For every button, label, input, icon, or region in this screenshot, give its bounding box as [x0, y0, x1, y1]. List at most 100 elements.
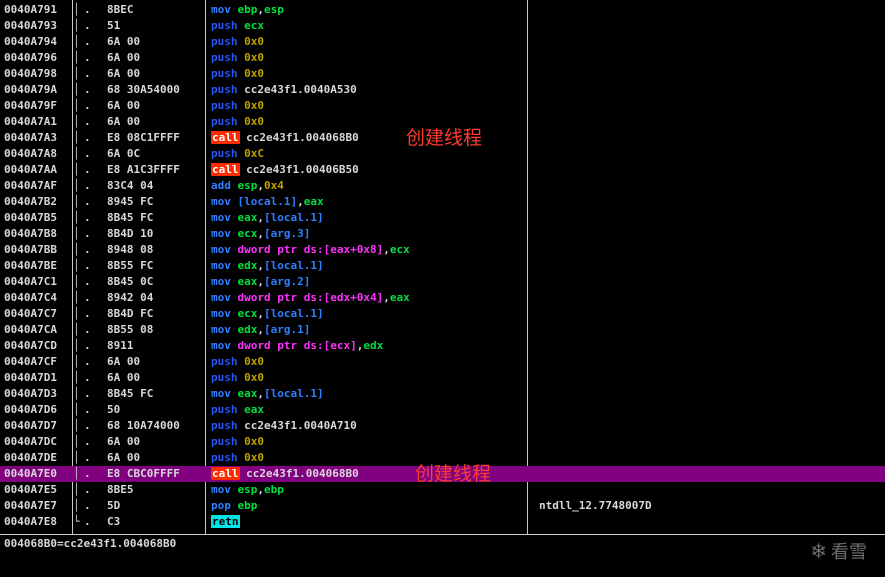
instruction-cell: mov edx,[arg.1]: [211, 322, 310, 338]
operand: 0x0: [244, 115, 264, 128]
operand: ecx: [244, 19, 264, 32]
mnemonic: push: [211, 67, 238, 80]
hexdump-cell: 8BEC: [107, 3, 134, 16]
procedure-bracket: │: [73, 275, 80, 288]
instruction-cell: mov ecx,[arg.3]: [211, 226, 310, 242]
disasm-row[interactable]: 0040A7C4 │. 8942 04 mov dword ptr ds:[edx+0…: [0, 290, 885, 306]
hexdump-cell: E8 CBC0FFFF: [107, 467, 180, 480]
row-marker: .: [84, 371, 91, 384]
instruction-cell: mov ecx,[local.1]: [211, 306, 324, 322]
procedure-bracket: │: [73, 259, 80, 272]
disasm-row[interactable]: 0040A79F │. 6A 00 push 0x0: [0, 98, 885, 114]
row-marker: .: [84, 499, 91, 512]
procedure-bracket: │: [73, 451, 80, 464]
address-cell: 0040A7DC: [4, 435, 57, 448]
instruction-cell: mov eax,[arg.2]: [211, 274, 310, 290]
procedure-bracket: │: [73, 499, 80, 512]
disasm-row[interactable]: 0040A7BB │. 8948 08 mov dword ptr ds:[eax+0…: [0, 242, 885, 258]
mnemonic: push: [211, 451, 238, 464]
procedure-bracket: │: [73, 179, 80, 192]
operand: dword ptr ds:[ecx]: [237, 339, 357, 352]
disasm-row[interactable]: 0040A7BE │. 8B55 FC mov edx,[local.1]: [0, 258, 885, 274]
operand: ecx: [389, 243, 410, 256]
operand: cc2e43f1.00406B50: [246, 163, 359, 176]
disasm-row[interactable]: 0040A7CA │. 8B55 08 mov edx,[arg.1]: [0, 322, 885, 338]
disasm-row[interactable]: 0040A7D7 │. 68 10A74000 push cc2e43f1.0040A…: [0, 418, 885, 434]
address-cell: 0040A7E8: [4, 515, 57, 528]
hexdump-cell: E8 A1C3FFFF: [107, 163, 180, 176]
procedure-bracket: │: [73, 195, 80, 208]
disasm-row[interactable]: 0040A7AA │. E8 A1C3FFFF call cc2e43f1.00406…: [0, 162, 885, 178]
procedure-bracket: │: [73, 243, 80, 256]
operand: [local.1]: [264, 387, 324, 400]
snowflake-icon: ❄: [810, 539, 827, 563]
operand: 0x0: [244, 451, 264, 464]
hexdump-cell: 6A 00: [107, 371, 141, 384]
operand: 0x0: [244, 355, 264, 368]
instruction-cell: push 0x0: [211, 370, 264, 386]
operand: ,: [257, 483, 264, 496]
operand: edx: [363, 339, 384, 352]
instruction-cell: push 0x0: [211, 66, 264, 82]
instruction-cell: call cc2e43f1.00406B50: [211, 162, 359, 178]
disasm-row-selected[interactable]: 0040A7E0 │. E8 CBC0FFFF call cc2e43f1.00406…: [0, 463, 885, 485]
operand: 0xC: [244, 147, 264, 160]
disasm-row[interactable]: 0040A7A3 │. E8 08C1FFFF call cc2e43f1.00406…: [0, 127, 885, 149]
hexdump-cell: 68 10A74000: [107, 419, 180, 432]
procedure-bracket: │: [73, 83, 80, 96]
mnemonic: mov: [211, 291, 231, 304]
disasm-row[interactable]: 0040A7AF │. 83C4 04 add esp,0x4: [0, 178, 885, 194]
disasm-row[interactable]: 0040A7B2 │. 8945 FC mov [local.1],eax: [0, 194, 885, 210]
disasm-row[interactable]: 0040A7B5 │. 8B45 FC mov eax,[local.1]: [0, 210, 885, 226]
procedure-bracket: │: [73, 211, 80, 224]
disasm-row[interactable]: 0040A798 │. 6A 00 push 0x0: [0, 66, 885, 82]
mnemonic: mov: [211, 387, 231, 400]
disasm-row[interactable]: 0040A7CF │. 6A 00 push 0x0: [0, 354, 885, 370]
operand: eax: [237, 275, 258, 288]
mnemonic: push: [211, 19, 238, 32]
row-marker: .: [84, 83, 91, 96]
disassembly-pane[interactable]: 0040A791 │. 8BEC mov ebp,esp 0040A793 │. 51 pus…: [0, 0, 885, 534]
address-cell: 0040A791: [4, 3, 57, 16]
disasm-row[interactable]: 0040A7E5 │. 8BE5 mov esp,ebp: [0, 482, 885, 498]
disasm-row[interactable]: 0040A7CD │. 8911 mov dword ptr ds:[ecx],edx: [0, 338, 885, 354]
disasm-row[interactable]: 0040A7C7 │. 8B4D FC mov ecx,[local.1]: [0, 306, 885, 322]
address-cell: 0040A7E0: [4, 467, 57, 480]
operand: 0x4: [264, 179, 284, 192]
disasm-row[interactable]: 0040A7A8 │. 6A 0C push 0xC: [0, 146, 885, 162]
disasm-row[interactable]: 0040A793 │. 51 push ecx: [0, 18, 885, 34]
mnemonic: mov: [211, 227, 231, 240]
disasm-row[interactable]: 0040A796 │. 6A 00 push 0x0: [0, 50, 885, 66]
row-marker: .: [84, 19, 91, 32]
disasm-row[interactable]: 0040A7D1 │. 6A 00 push 0x0: [0, 370, 885, 386]
disasm-row[interactable]: 0040A7DC │. 6A 00 push 0x0: [0, 434, 885, 450]
operand: [local.1]: [264, 307, 324, 320]
address-cell: 0040A7BB: [4, 243, 57, 256]
disasm-row[interactable]: 0040A7D3 │. 8B45 FC mov eax,[local.1]: [0, 386, 885, 402]
address-cell: 0040A7C4: [4, 291, 57, 304]
disasm-row[interactable]: 0040A791 │. 8BEC mov ebp,esp: [0, 2, 885, 18]
disasm-row[interactable]: 0040A7C1 │. 8B45 0C mov eax,[arg.2]: [0, 274, 885, 290]
disasm-row[interactable]: 0040A7E8 └. C3 retn: [0, 514, 885, 530]
address-cell: 0040A7D3: [4, 387, 57, 400]
disasm-row[interactable]: 0040A794 │. 6A 00 push 0x0: [0, 34, 885, 50]
disasm-row[interactable]: 0040A79A │. 68 30A54000 push cc2e43f1.0040A…: [0, 82, 885, 98]
operand: dword ptr ds:[eax+0x8]: [237, 243, 384, 256]
address-cell: 0040A7CD: [4, 339, 57, 352]
instruction-cell: push 0x0: [211, 98, 264, 114]
instruction-cell: push 0x0: [211, 50, 264, 66]
address-cell: 0040A7B5: [4, 211, 57, 224]
operand: eax: [389, 291, 410, 304]
instruction-cell: push 0x0: [211, 354, 264, 370]
address-cell: 0040A7D1: [4, 371, 57, 384]
hexdump-cell: 5D: [107, 499, 121, 512]
address-cell: 0040A796: [4, 51, 57, 64]
procedure-bracket: │: [73, 51, 80, 64]
procedure-bracket: │: [73, 323, 80, 336]
instruction-cell: push ecx: [211, 18, 264, 34]
disasm-row[interactable]: 0040A7E7 │. 5D pop ebp ntdll_12.7748007D: [0, 498, 885, 514]
disasm-row[interactable]: 0040A7D6 │. 50 push eax: [0, 402, 885, 418]
disasm-row[interactable]: 0040A7B8 │. 8B4D 10 mov ecx,[arg.3]: [0, 226, 885, 242]
row-marker: .: [84, 387, 91, 400]
row-marker: .: [84, 211, 91, 224]
